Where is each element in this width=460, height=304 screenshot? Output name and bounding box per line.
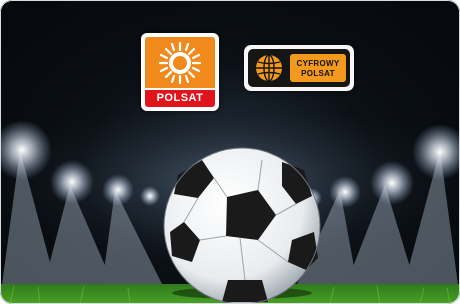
polsat-text: POLSAT xyxy=(301,69,335,78)
sun-icon-box xyxy=(145,37,215,88)
cyfrowy-polsat-logo[interactable]: CYFROWY POLSAT xyxy=(244,45,354,91)
promo-card[interactable]: POLSAT CYFROWY POLSAT xyxy=(0,0,460,304)
cyfrowy-text: CYFROWY xyxy=(296,59,340,68)
soccer-ball xyxy=(163,147,321,304)
stadium-background xyxy=(0,110,460,304)
sun-icon xyxy=(158,41,202,85)
polsat-logo[interactable]: POLSAT xyxy=(141,33,219,111)
cyfrowy-polsat-label: CYFROWY POLSAT xyxy=(290,54,346,82)
polsat-logo-text: POLSAT xyxy=(145,90,215,107)
globe-icon xyxy=(256,54,282,82)
